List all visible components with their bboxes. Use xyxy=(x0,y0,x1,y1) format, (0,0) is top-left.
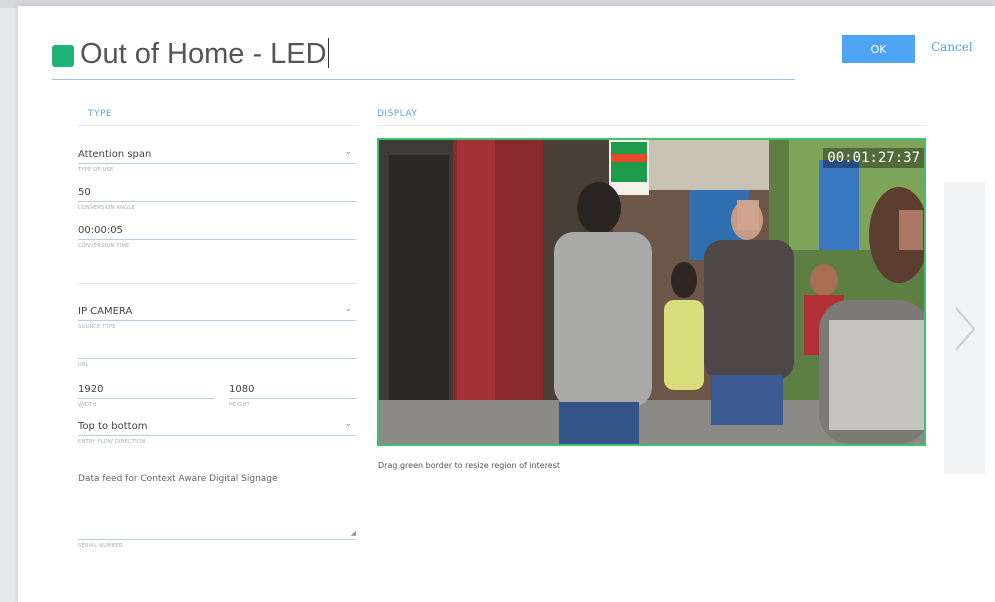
type-heading: TYPE xyxy=(88,109,113,119)
chevron-down-icon: ⌄ xyxy=(344,304,352,314)
display-caption: Drag green border to resize region of in… xyxy=(378,461,561,470)
display-divider xyxy=(377,125,926,126)
type-divider xyxy=(78,125,358,126)
page-title[interactable]: Out of Home - LED xyxy=(80,38,327,70)
conversion-angle-label: CONVERSION ANGLE xyxy=(78,205,135,211)
resize-grip-icon[interactable]: ◢ xyxy=(351,529,356,537)
source-type-label: SOURCE TYPE xyxy=(78,324,116,330)
camera-feed-region[interactable]: 00:01:27:37 xyxy=(377,138,926,446)
next-slide-button[interactable] xyxy=(944,182,985,474)
height-value: 1080 xyxy=(229,384,255,395)
chevron-down-icon: ⌄ xyxy=(344,419,352,429)
chevron-down-icon: ⌄ xyxy=(344,147,352,157)
text-caret xyxy=(327,38,329,68)
conversion-angle-value: 50 xyxy=(78,187,91,198)
height-label: HEIGHT xyxy=(229,402,250,408)
ok-button[interactable]: OK xyxy=(842,35,915,63)
conversion-time-input[interactable]: 00:00:05 xyxy=(78,220,356,240)
edit-screen-dialog: Out of Home - LED OK Cancel TYPE Attenti… xyxy=(18,6,995,602)
height-input[interactable]: 1080 xyxy=(229,379,356,399)
width-value: 1920 xyxy=(78,384,104,395)
type-of-use-select[interactable]: Attention span ⌄ xyxy=(78,144,356,164)
camera-feed-image xyxy=(379,140,924,444)
entry-flow-direction-label: ENTRY FLOW DIRECTION xyxy=(78,439,146,445)
title-field[interactable]: Out of Home - LED xyxy=(52,36,795,80)
conversion-time-label: CONVERSION TIME xyxy=(78,243,130,249)
entry-flow-direction-value: Top to bottom xyxy=(78,421,148,432)
entry-flow-direction-select[interactable]: Top to bottom ⌄ xyxy=(78,416,356,436)
url-input[interactable] xyxy=(78,339,356,359)
display-heading: DISPLAY xyxy=(377,109,418,119)
type-of-use-label: TYPE OF USE xyxy=(78,167,114,173)
serial-number-textarea[interactable]: Data feed for Context Aware Digital Sign… xyxy=(78,456,356,540)
conversion-time-value: 00:00:05 xyxy=(78,225,123,236)
section-divider xyxy=(78,283,358,284)
width-input[interactable]: 1920 xyxy=(78,379,214,399)
cancel-button[interactable]: Cancel xyxy=(931,40,973,54)
url-label: URL xyxy=(78,362,89,368)
status-color-swatch xyxy=(52,45,74,67)
type-of-use-value: Attention span xyxy=(78,149,152,160)
chevron-right-icon xyxy=(955,307,976,351)
source-type-value: IP CAMERA xyxy=(78,306,133,317)
video-timestamp: 00:01:27:37 xyxy=(823,148,924,168)
conversion-angle-input[interactable]: 50 xyxy=(78,182,356,202)
width-label: WIDTH xyxy=(78,402,97,408)
serial-number-label: SERIAL NUMBER xyxy=(78,543,123,549)
serial-number-value: Data feed for Context Aware Digital Sign… xyxy=(78,474,278,484)
source-type-select[interactable]: IP CAMERA ⌄ xyxy=(78,301,356,321)
